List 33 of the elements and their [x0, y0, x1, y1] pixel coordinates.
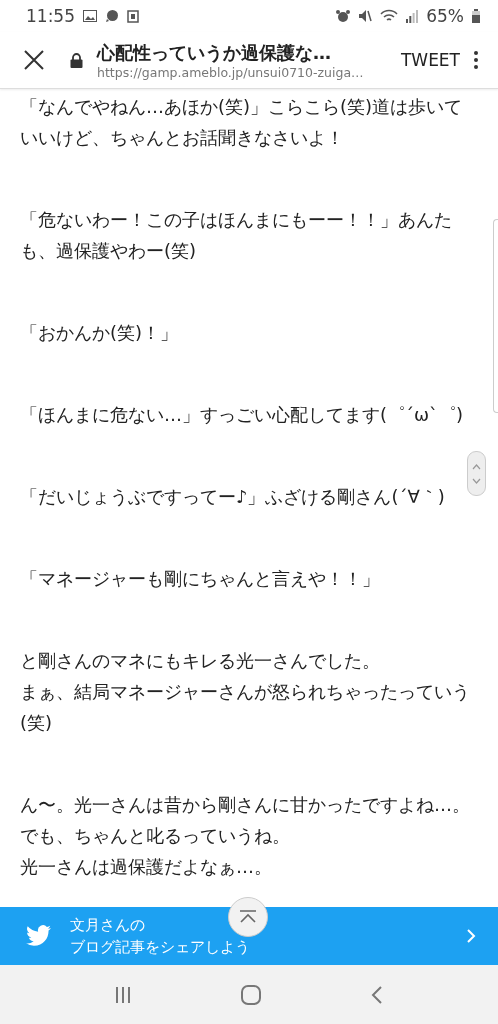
article-text: 「おかんか(笑)！」 [20, 321, 180, 345]
article-text: 「だいじょうぶですってー♪」ふざける剛さん(´∀｀) [20, 485, 446, 509]
bird-icon [26, 925, 52, 947]
chat-bubble-icon [105, 9, 119, 23]
signal-icon [406, 9, 419, 23]
share-text: ブログ記事をシェアしよう [70, 938, 250, 957]
chevron-right-icon [466, 928, 476, 944]
fast-scroll-handle[interactable] [467, 451, 486, 496]
wifi-icon [380, 9, 399, 23]
article-text: でも、ちゃんと叱るっていうね。 [20, 824, 291, 848]
article-text: と剛さんのマネにもキレる光一さんでした。 [20, 649, 381, 673]
page-title: 心配性っていうか過保護な… [97, 40, 332, 65]
battery-icon [472, 9, 480, 23]
battery-percent: 65% [426, 6, 464, 26]
lock-icon [70, 52, 83, 68]
page-url: https://gamp.ameblo.jp/unsui0710-zuiga… [97, 64, 365, 80]
article-text: 「危ないわー！この子はほんまにもーー！！」あんたも、過保護やわー(笑) [20, 208, 453, 263]
scroll-to-top-button[interactable] [228, 897, 268, 937]
clock-time: 11:55 [26, 6, 75, 26]
image-icon [83, 10, 97, 22]
tweet-button[interactable]: TWEET [394, 50, 466, 70]
article-text: 「なんでやねん…あほか(笑)」こらこら(笑)道は歩いていいけど、ちゃんとお話聞きなさいよ！ [20, 95, 464, 150]
arrow-to-top-icon [239, 910, 257, 924]
close-icon[interactable] [24, 50, 44, 70]
mute-icon [358, 9, 373, 23]
article-text: 光一さんは過保護だよなぁ…。 [20, 855, 273, 879]
app-icon [127, 9, 139, 23]
article-text: 「ほんまに危ない…」すっごい心配してます(゜´ω`゜) [20, 403, 465, 427]
article-text: 「マネージャーも剛にちゃんと言えや！！」 [20, 567, 381, 591]
share-text: 文月さんの [70, 916, 145, 935]
article-text: まぁ、結局マネージャーさんが怒られちゃったっていう(笑) [20, 680, 471, 735]
article-text: ん〜。光一さんは昔から剛さんに甘かったですよね…。 [20, 793, 471, 817]
alarm-icon [336, 9, 351, 23]
